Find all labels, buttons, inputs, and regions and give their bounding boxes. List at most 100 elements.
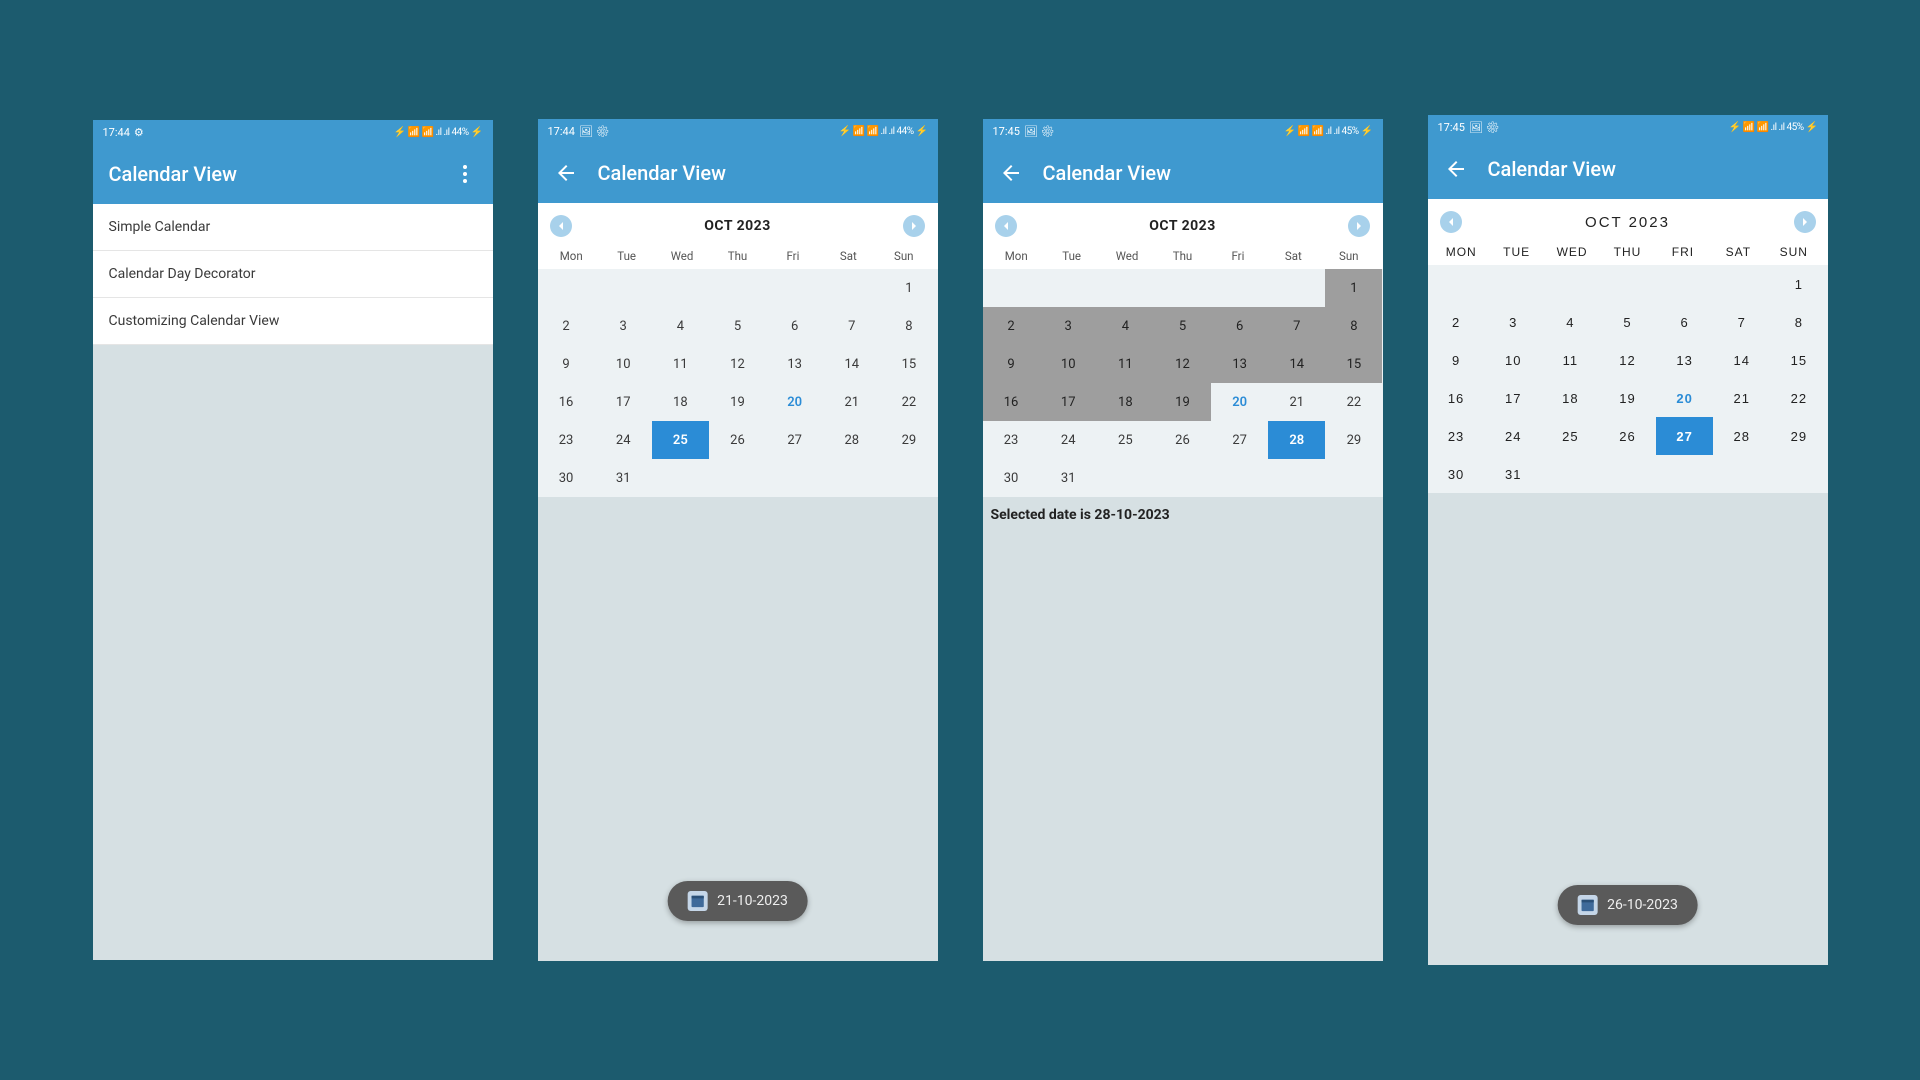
- day-cell[interactable]: 9: [1428, 341, 1485, 379]
- day-cell[interactable]: 9: [538, 345, 595, 383]
- day-cell[interactable]: 25: [652, 421, 709, 459]
- day-cell[interactable]: 5: [1154, 307, 1211, 345]
- day-cell[interactable]: 1: [880, 269, 937, 307]
- day-cell[interactable]: 24: [595, 421, 652, 459]
- prev-month-button[interactable]: [1440, 211, 1462, 233]
- day-cell[interactable]: 20: [1211, 383, 1268, 421]
- next-month-button[interactable]: [1794, 211, 1816, 233]
- day-cell[interactable]: 31: [595, 459, 652, 497]
- day-cell[interactable]: 23: [983, 421, 1040, 459]
- day-cell[interactable]: 16: [983, 383, 1040, 421]
- day-cell[interactable]: 29: [1325, 421, 1382, 459]
- day-cell[interactable]: 14: [823, 345, 880, 383]
- day-cell[interactable]: 26: [1599, 417, 1656, 455]
- day-cell[interactable]: 5: [1599, 303, 1656, 341]
- day-cell[interactable]: 11: [1542, 341, 1599, 379]
- day-cell[interactable]: 10: [1485, 341, 1542, 379]
- day-cell[interactable]: 18: [652, 383, 709, 421]
- day-cell[interactable]: 7: [1268, 307, 1325, 345]
- day-cell[interactable]: 13: [1211, 345, 1268, 383]
- date-fab[interactable]: 21-10-2023: [667, 881, 808, 921]
- day-cell[interactable]: 30: [983, 459, 1040, 497]
- day-cell[interactable]: 4: [1097, 307, 1154, 345]
- day-cell[interactable]: 28: [823, 421, 880, 459]
- day-cell[interactable]: 27: [1656, 417, 1713, 455]
- day-cell[interactable]: 23: [1428, 417, 1485, 455]
- day-cell[interactable]: 12: [1154, 345, 1211, 383]
- day-cell[interactable]: 12: [1599, 341, 1656, 379]
- day-cell[interactable]: 30: [1428, 455, 1485, 493]
- day-cell[interactable]: 18: [1097, 383, 1154, 421]
- day-cell[interactable]: 31: [1040, 459, 1097, 497]
- day-cell[interactable]: 6: [766, 307, 823, 345]
- day-cell[interactable]: 18: [1542, 379, 1599, 417]
- back-arrow-icon[interactable]: [1444, 157, 1468, 181]
- day-cell[interactable]: 6: [1211, 307, 1268, 345]
- day-cell[interactable]: 26: [709, 421, 766, 459]
- day-cell[interactable]: 9: [983, 345, 1040, 383]
- day-cell[interactable]: 27: [766, 421, 823, 459]
- day-cell[interactable]: 10: [595, 345, 652, 383]
- day-cell[interactable]: 21: [1713, 379, 1770, 417]
- day-cell[interactable]: 4: [652, 307, 709, 345]
- day-cell[interactable]: 17: [1485, 379, 1542, 417]
- day-cell[interactable]: 16: [538, 383, 595, 421]
- day-cell[interactable]: 21: [1268, 383, 1325, 421]
- list-item-simple-calendar[interactable]: Simple Calendar: [93, 204, 493, 251]
- next-month-button[interactable]: [903, 215, 925, 237]
- day-cell[interactable]: 3: [1040, 307, 1097, 345]
- day-cell[interactable]: 27: [1211, 421, 1268, 459]
- day-cell[interactable]: 22: [1325, 383, 1382, 421]
- day-cell[interactable]: 7: [1713, 303, 1770, 341]
- day-cell[interactable]: 15: [1770, 341, 1827, 379]
- overflow-menu-icon[interactable]: [453, 162, 477, 186]
- day-cell[interactable]: 15: [880, 345, 937, 383]
- day-cell[interactable]: 30: [538, 459, 595, 497]
- day-cell[interactable]: 24: [1485, 417, 1542, 455]
- date-fab[interactable]: 26-10-2023: [1557, 885, 1698, 925]
- day-cell[interactable]: 19: [1154, 383, 1211, 421]
- day-cell[interactable]: 3: [595, 307, 652, 345]
- day-cell[interactable]: 13: [1656, 341, 1713, 379]
- day-cell[interactable]: 25: [1097, 421, 1154, 459]
- day-cell[interactable]: 31: [1485, 455, 1542, 493]
- day-cell[interactable]: 16: [1428, 379, 1485, 417]
- list-item-day-decorator[interactable]: Calendar Day Decorator: [93, 251, 493, 298]
- day-cell[interactable]: 20: [766, 383, 823, 421]
- day-cell[interactable]: 11: [652, 345, 709, 383]
- prev-month-button[interactable]: [995, 215, 1017, 237]
- day-cell[interactable]: 17: [595, 383, 652, 421]
- day-cell[interactable]: 19: [709, 383, 766, 421]
- day-cell[interactable]: 10: [1040, 345, 1097, 383]
- day-cell[interactable]: 1: [1770, 265, 1827, 303]
- list-item-customizing[interactable]: Customizing Calendar View: [93, 298, 493, 345]
- day-cell[interactable]: 15: [1325, 345, 1382, 383]
- day-cell[interactable]: 22: [1770, 379, 1827, 417]
- day-cell[interactable]: 22: [880, 383, 937, 421]
- day-cell[interactable]: 23: [538, 421, 595, 459]
- day-cell[interactable]: 8: [880, 307, 937, 345]
- day-cell[interactable]: 2: [1428, 303, 1485, 341]
- day-cell[interactable]: 4: [1542, 303, 1599, 341]
- day-cell[interactable]: 1: [1325, 269, 1382, 307]
- day-cell[interactable]: 28: [1268, 421, 1325, 459]
- day-cell[interactable]: 29: [880, 421, 937, 459]
- day-cell[interactable]: 20: [1656, 379, 1713, 417]
- day-cell[interactable]: 26: [1154, 421, 1211, 459]
- day-cell[interactable]: 3: [1485, 303, 1542, 341]
- prev-month-button[interactable]: [550, 215, 572, 237]
- day-cell[interactable]: 2: [538, 307, 595, 345]
- day-cell[interactable]: 2: [983, 307, 1040, 345]
- day-cell[interactable]: 7: [823, 307, 880, 345]
- day-cell[interactable]: 11: [1097, 345, 1154, 383]
- day-cell[interactable]: 29: [1770, 417, 1827, 455]
- day-cell[interactable]: 13: [766, 345, 823, 383]
- day-cell[interactable]: 14: [1268, 345, 1325, 383]
- next-month-button[interactable]: [1348, 215, 1370, 237]
- day-cell[interactable]: 28: [1713, 417, 1770, 455]
- day-cell[interactable]: 14: [1713, 341, 1770, 379]
- day-cell[interactable]: 19: [1599, 379, 1656, 417]
- day-cell[interactable]: 24: [1040, 421, 1097, 459]
- back-arrow-icon[interactable]: [999, 161, 1023, 185]
- day-cell[interactable]: 12: [709, 345, 766, 383]
